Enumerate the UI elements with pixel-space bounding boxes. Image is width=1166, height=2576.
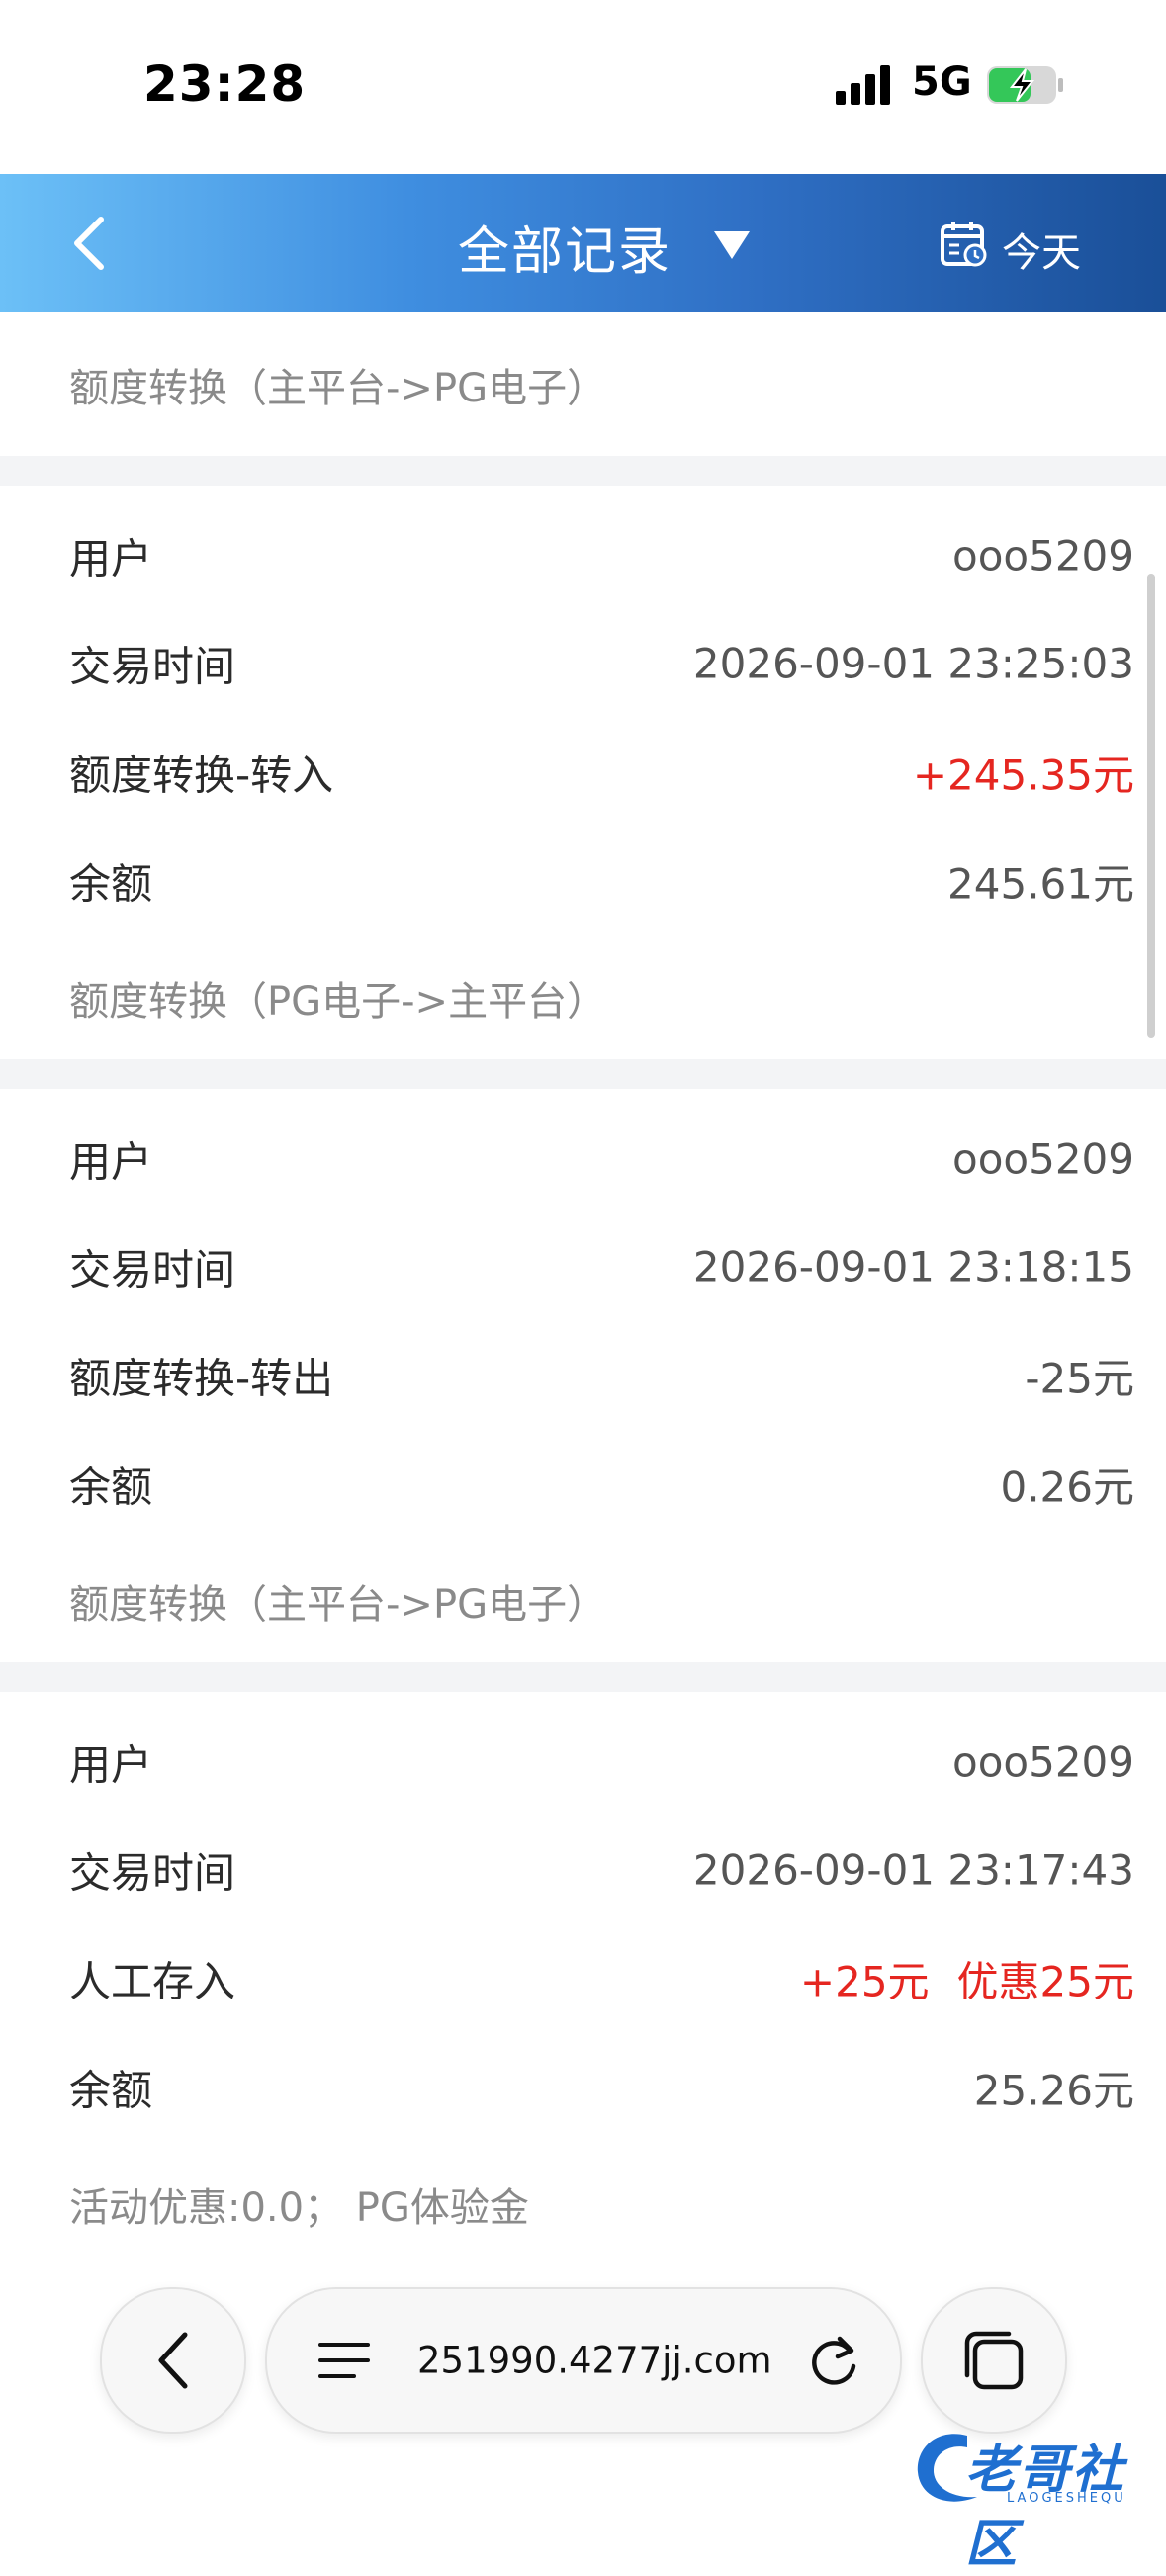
record-row-amount: 人工存入 +25元 优惠25元 xyxy=(0,1924,1166,2033)
amount-text: +25元 xyxy=(799,1957,930,2006)
separator xyxy=(0,1059,1166,1089)
separator xyxy=(0,456,1166,486)
record-card: 用户 ooo5209 交易时间 2026-09-01 23:18:15 额度转换… xyxy=(0,1089,1166,1662)
promo-text: 优惠25元 xyxy=(956,1957,1134,2006)
status-time: 23:28 xyxy=(143,55,307,113)
browser-back-button[interactable] xyxy=(100,2287,246,2434)
cellular-signal-icon xyxy=(836,65,890,105)
record-note-text: 额度转换（主平台->PG电子） xyxy=(69,365,607,411)
menu-icon[interactable] xyxy=(318,2341,370,2380)
scrollbar[interactable] xyxy=(1147,574,1155,1038)
row-label: 用户 xyxy=(69,1740,153,1790)
record-row-user: 用户 ooo5209 xyxy=(0,486,1166,609)
record-note-text: 额度转换（主平台->PG电子） xyxy=(69,1581,607,1628)
record-note: 额度转换（主平台->PG电子） xyxy=(0,1539,1166,1662)
row-label: 人工存入 xyxy=(69,1957,236,2006)
records-list: 额度转换（主平台->PG电子） 用户 ooo5209 交易时间 2026-09-… xyxy=(0,312,1166,2265)
watermark-subtext: LAOGESHEQU xyxy=(1007,2491,1126,2506)
row-label: 用户 xyxy=(69,1137,153,1187)
row-label: 交易时间 xyxy=(69,1848,236,1898)
watermark-logo: 老哥社区 LAOGESHEQU xyxy=(908,2418,1155,2574)
record-note: 活动优惠:0.0； PG体验金 xyxy=(0,2142,1166,2265)
url-text[interactable]: 251990.4277jj.com xyxy=(417,2340,772,2382)
record-note: 额度转换（主平台->PG电子） xyxy=(0,312,1166,456)
record-note-text: 活动优惠:0.0； PG体验金 xyxy=(69,2184,529,2231)
record-row-time: 交易时间 2026-09-01 23:17:43 xyxy=(0,1816,1166,1924)
battery-charging-icon xyxy=(987,66,1063,104)
row-label: 余额 xyxy=(69,859,153,909)
row-value: ooo5209 xyxy=(952,1737,1134,1787)
row-label: 余额 xyxy=(69,2066,153,2115)
record-card: 用户 ooo5209 交易时间 2026-09-01 23:25:03 额度转换… xyxy=(0,486,1166,1059)
record-card: 用户 ooo5209 交易时间 2026-09-01 23:17:43 人工存入… xyxy=(0,1692,1166,2265)
row-label: 余额 xyxy=(69,1463,153,1512)
address-bar[interactable]: 251990.4277jj.com xyxy=(265,2287,902,2434)
row-label: 额度转换-转入 xyxy=(69,751,334,800)
reload-icon[interactable] xyxy=(806,2331,861,2390)
page-title[interactable]: 全部记录 xyxy=(458,210,672,284)
tabs-icon xyxy=(964,2331,1024,2390)
record-row-balance: 余额 25.26元 xyxy=(0,2033,1166,2142)
dropdown-caret-icon[interactable] xyxy=(712,229,752,261)
record-row-time: 交易时间 2026-09-01 23:18:15 xyxy=(0,1212,1166,1321)
row-value: ooo5209 xyxy=(952,531,1134,580)
record-row-user: 用户 ooo5209 xyxy=(0,1692,1166,1816)
row-value-amount: -25元 xyxy=(1025,1354,1134,1403)
record-row-amount: 额度转换-转出 -25元 xyxy=(0,1321,1166,1430)
calendar-icon[interactable] xyxy=(940,219,989,268)
record-note: 额度转换（PG电子->主平台） xyxy=(0,935,1166,1059)
row-value: ooo5209 xyxy=(952,1134,1134,1184)
date-filter-label[interactable]: 今天 xyxy=(1002,221,1081,278)
nav-bar: 全部记录 今天 xyxy=(0,174,1166,312)
row-label: 交易时间 xyxy=(69,1245,236,1294)
row-label: 用户 xyxy=(69,534,153,583)
row-label: 额度转换-转出 xyxy=(69,1354,334,1403)
status-bar: 23:28 5G xyxy=(0,0,1166,174)
record-row-time: 交易时间 2026-09-01 23:25:03 xyxy=(0,609,1166,718)
record-row-balance: 余额 0.26元 xyxy=(0,1430,1166,1539)
row-value: 25.26元 xyxy=(973,2066,1134,2115)
row-value: 2026-09-01 23:17:43 xyxy=(692,1845,1134,1895)
row-value: 2026-09-01 23:25:03 xyxy=(692,639,1134,688)
row-value: 0.26元 xyxy=(1000,1463,1134,1512)
row-value-amount: +245.35元 xyxy=(912,751,1134,800)
back-chevron-icon xyxy=(158,2332,188,2389)
row-value-amount: +25元 优惠25元 xyxy=(800,1949,1134,2009)
back-chevron-icon[interactable] xyxy=(61,214,121,273)
separator xyxy=(0,1662,1166,1692)
row-value: 245.61元 xyxy=(947,859,1134,909)
tabs-button[interactable] xyxy=(921,2287,1067,2434)
row-label: 交易时间 xyxy=(69,642,236,691)
record-row-balance: 余额 245.61元 xyxy=(0,827,1166,935)
record-row-user: 用户 ooo5209 xyxy=(0,1089,1166,1212)
row-value: 2026-09-01 23:18:15 xyxy=(692,1242,1134,1291)
network-type: 5G xyxy=(912,59,972,105)
record-row-amount: 额度转换-转入 +245.35元 xyxy=(0,718,1166,827)
record-note-text: 额度转换（PG电子->主平台） xyxy=(69,978,607,1024)
